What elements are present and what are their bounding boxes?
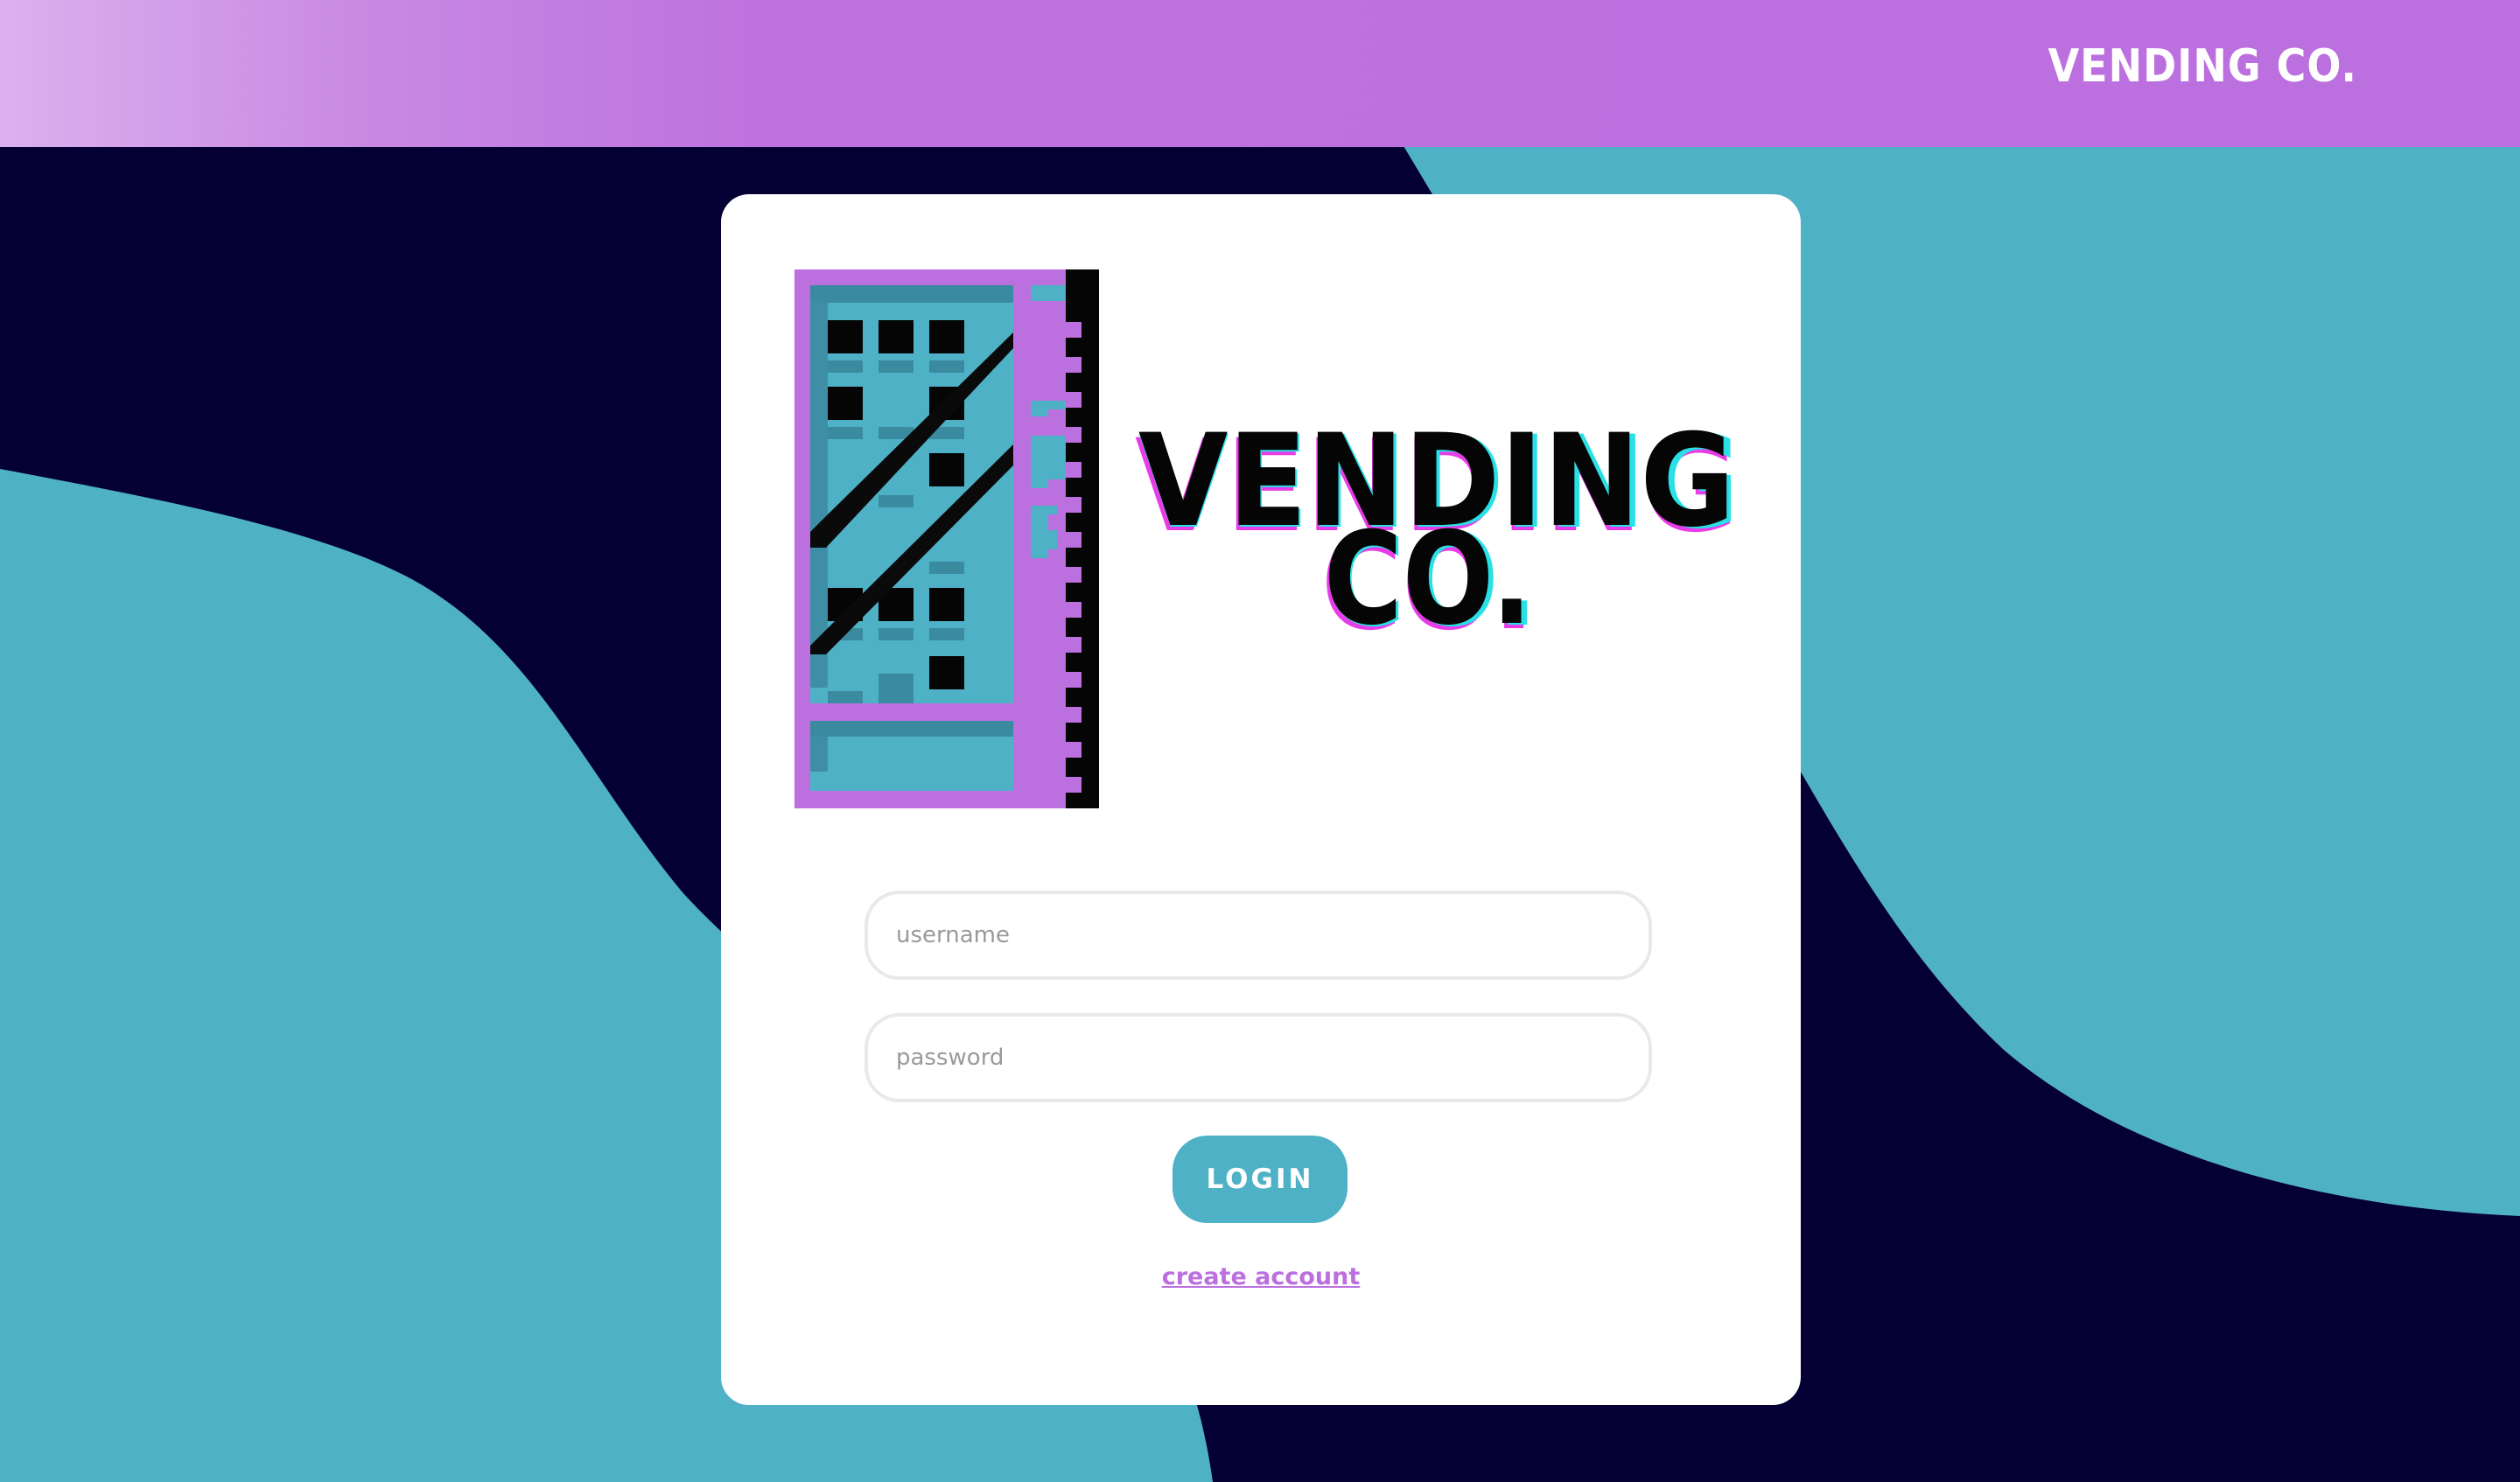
logo-line2: CO. xyxy=(1324,505,1532,654)
vending-machine-icon: VENDING VENDING VENDING CO. CO. CO. xyxy=(794,269,1731,808)
vending-logo: VENDING VENDING VENDING CO. CO. CO. xyxy=(794,269,1731,829)
username-input[interactable] xyxy=(864,891,1652,980)
create-account-link[interactable]: create account xyxy=(721,1263,1801,1290)
brand-logo-text[interactable]: VENDING CO. xyxy=(2048,39,2357,92)
page: VENDING CO. VENDING VENDING VENDING CO. … xyxy=(0,0,2520,1482)
login-card: VENDING VENDING VENDING CO. CO. CO. LOGI… xyxy=(721,194,1801,1405)
login-button[interactable]: LOGIN xyxy=(1172,1136,1348,1223)
logo-wordmark: VENDING VENDING VENDING CO. CO. CO. xyxy=(1135,407,1731,659)
top-bar: VENDING CO. xyxy=(0,0,2520,147)
password-input[interactable] xyxy=(864,1013,1652,1102)
